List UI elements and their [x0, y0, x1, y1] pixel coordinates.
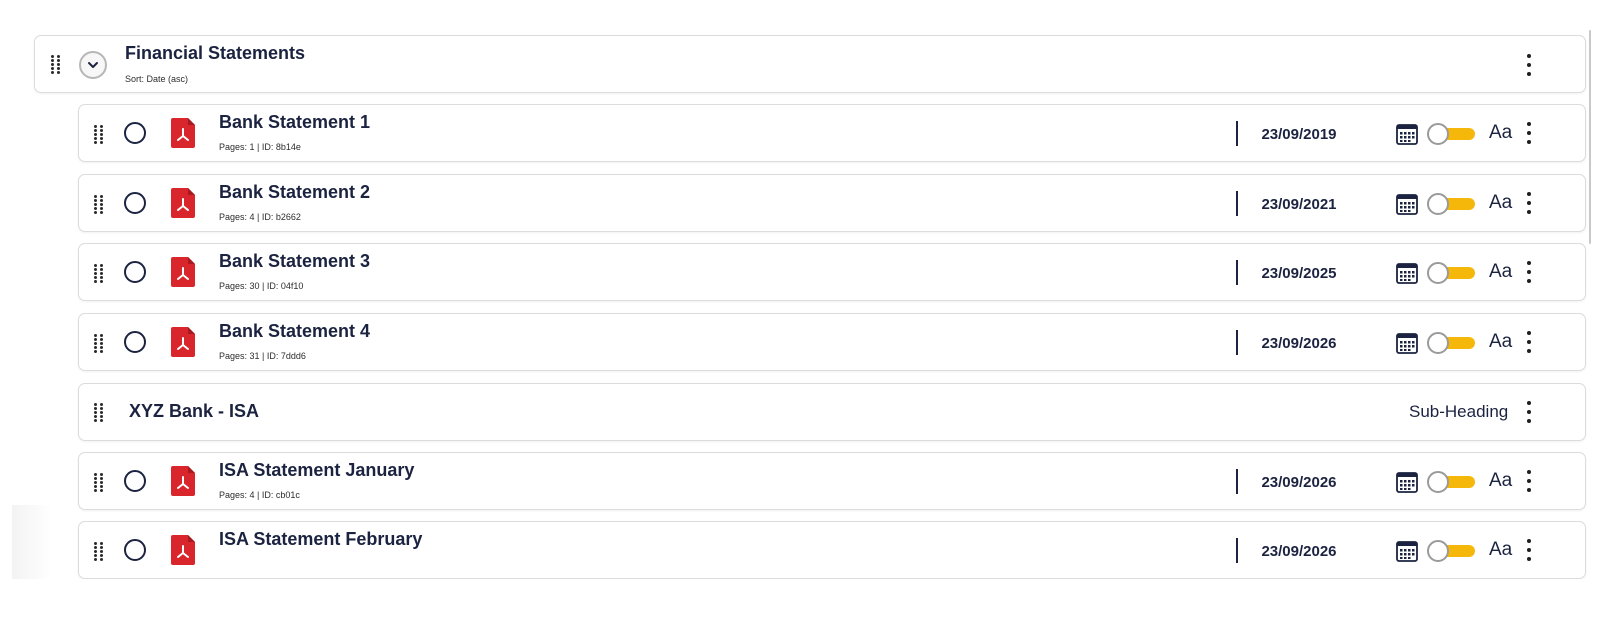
font-style-button[interactable]: Aa — [1489, 192, 1512, 214]
document-title: Bank Statement 2 — [219, 182, 371, 202]
document-meta: Pages: 31 | ID: 7ddd6 — [219, 351, 306, 361]
document-title: Bank Statement 1 — [219, 112, 371, 132]
document-date: 23/09/2026 — [1261, 335, 1337, 352]
kebab-menu-icon[interactable] — [1526, 122, 1532, 144]
select-radio[interactable] — [124, 122, 146, 144]
drag-handle-icon[interactable] — [94, 400, 104, 424]
date-toggle[interactable] — [1427, 332, 1477, 354]
drag-handle-icon[interactable] — [94, 122, 104, 146]
pdf-file-icon — [171, 188, 195, 218]
document-date: 23/09/2025 — [1261, 265, 1337, 282]
document-date: 23/09/2021 — [1261, 196, 1337, 213]
select-radio[interactable] — [124, 192, 146, 214]
group-sort-label: Sort: Date (asc) — [125, 74, 189, 84]
calendar-icon[interactable] — [1396, 471, 1418, 493]
pdf-file-icon — [171, 466, 195, 496]
document-meta: Pages: 4 | ID: cb01c — [219, 490, 300, 500]
calendar-icon[interactable] — [1396, 540, 1418, 562]
document-row[interactable]: Bank Statement 1 Pages: 1 | ID: 8b14e 23… — [78, 104, 1586, 162]
pdf-file-icon — [171, 327, 195, 357]
kebab-menu-icon[interactable] — [1526, 331, 1532, 353]
kebab-menu-icon[interactable] — [1526, 401, 1532, 423]
document-row[interactable]: Bank Statement 3 Pages: 30 | ID: 04f10 2… — [78, 243, 1586, 301]
font-style-button[interactable]: Aa — [1489, 261, 1512, 283]
date-toggle[interactable] — [1427, 123, 1477, 145]
calendar-icon[interactable] — [1396, 262, 1418, 284]
document-meta: Pages: 4 | ID: b2662 — [219, 212, 301, 222]
divider — [1236, 191, 1238, 216]
divider — [1236, 330, 1238, 355]
divider — [1236, 121, 1238, 146]
drag-handle-icon[interactable] — [94, 539, 104, 563]
document-title: ISA Statement February — [219, 529, 423, 549]
kebab-menu-icon[interactable] — [1526, 470, 1532, 492]
document-title: Bank Statement 3 — [219, 251, 371, 271]
select-radio[interactable] — [124, 539, 146, 561]
font-style-button[interactable]: Aa — [1489, 331, 1512, 353]
font-style-button[interactable]: Aa — [1489, 122, 1512, 144]
subheading-row[interactable]: XYZ Bank - ISA Sub-Heading — [78, 383, 1586, 441]
document-date: 23/09/2026 — [1261, 543, 1337, 560]
calendar-icon[interactable] — [1396, 123, 1418, 145]
vertical-scrollbar[interactable] — [1589, 30, 1591, 244]
document-meta: Pages: 30 | ID: 04f10 — [219, 281, 304, 291]
select-radio[interactable] — [124, 261, 146, 283]
drag-handle-icon[interactable] — [94, 261, 104, 285]
expand-toggle-button[interactable] — [79, 51, 107, 79]
divider — [1236, 538, 1238, 563]
document-row[interactable]: Bank Statement 2 Pages: 4 | ID: b2662 23… — [78, 174, 1586, 232]
divider — [1236, 260, 1238, 285]
document-row[interactable]: ISA Statement February 23/09/2026 Aa — [78, 521, 1586, 579]
pdf-file-icon — [171, 118, 195, 148]
drag-handle-icon[interactable] — [94, 192, 104, 216]
pdf-file-icon — [171, 257, 195, 287]
group-title: Financial Statements — [125, 43, 306, 63]
subheading-title: XYZ Bank - ISA — [129, 401, 260, 421]
kebab-menu-icon[interactable] — [1526, 54, 1532, 76]
pdf-file-icon — [171, 535, 195, 565]
date-toggle[interactable] — [1427, 262, 1477, 284]
date-toggle[interactable] — [1427, 471, 1477, 493]
kebab-menu-icon[interactable] — [1526, 261, 1532, 283]
font-style-button[interactable]: Aa — [1489, 539, 1512, 561]
document-row[interactable]: ISA Statement January Pages: 4 | ID: cb0… — [78, 452, 1586, 510]
document-date: 23/09/2019 — [1261, 126, 1337, 143]
edge-shadow — [12, 505, 52, 579]
font-style-button[interactable]: Aa — [1489, 470, 1512, 492]
document-row[interactable]: Bank Statement 4 Pages: 31 | ID: 7ddd6 2… — [78, 313, 1586, 371]
subheading-type-label: Sub-Heading — [1409, 402, 1509, 421]
select-radio[interactable] — [124, 331, 146, 353]
date-toggle[interactable] — [1427, 193, 1477, 215]
document-meta: Pages: 1 | ID: 8b14e — [219, 142, 301, 152]
drag-handle-icon[interactable] — [51, 52, 61, 76]
drag-handle-icon[interactable] — [94, 470, 104, 494]
group-row-financial-statements[interactable]: Financial Statements Sort: Date (asc) — [34, 35, 1586, 93]
drag-handle-icon[interactable] — [94, 331, 104, 355]
kebab-menu-icon[interactable] — [1526, 192, 1532, 214]
document-date: 23/09/2026 — [1261, 474, 1337, 491]
divider — [1236, 469, 1238, 494]
chevron-down-icon — [88, 62, 98, 68]
calendar-icon[interactable] — [1396, 332, 1418, 354]
date-toggle[interactable] — [1427, 540, 1477, 562]
document-title: Bank Statement 4 — [219, 321, 371, 341]
kebab-menu-icon[interactable] — [1526, 539, 1532, 561]
calendar-icon[interactable] — [1396, 193, 1418, 215]
document-list: Financial Statements Sort: Date (asc) Ba… — [12, 0, 1592, 579]
select-radio[interactable] — [124, 470, 146, 492]
document-title: ISA Statement January — [219, 460, 415, 480]
